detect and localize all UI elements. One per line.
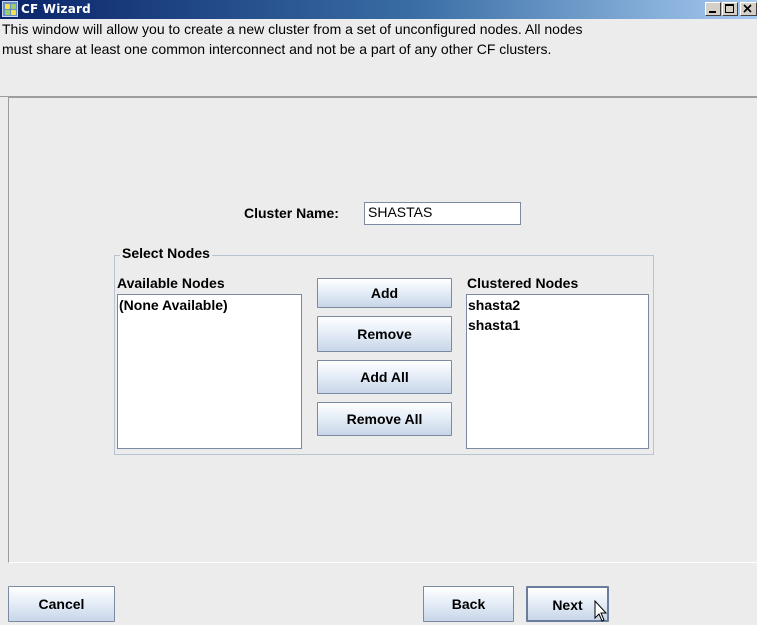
available-nodes-title: Available Nodes (117, 275, 225, 291)
app-icon (2, 1, 18, 17)
list-item[interactable]: shasta2 (467, 295, 648, 315)
remove-button[interactable]: Remove (317, 316, 452, 352)
intro-line-2: must share at least one common interconn… (2, 41, 552, 57)
intro-text: This window will allow you to create a n… (2, 19, 754, 59)
back-button[interactable]: Back (423, 586, 514, 622)
clustered-nodes-title: Clustered Nodes (467, 275, 579, 291)
intro-line-1: This window will allow you to create a n… (2, 21, 583, 37)
window-title: CF Wizard (21, 2, 91, 16)
minimize-icon[interactable] (705, 2, 721, 16)
available-nodes-list[interactable]: (None Available) (117, 294, 302, 449)
add-all-button[interactable]: Add All (317, 360, 452, 394)
cancel-button[interactable]: Cancel (8, 586, 115, 622)
select-nodes-legend: Select Nodes (120, 245, 212, 261)
cluster-name-input[interactable]: SHASTAS (364, 202, 521, 225)
add-button[interactable]: Add (317, 278, 452, 308)
list-item[interactable]: (None Available) (118, 295, 301, 315)
clustered-nodes-list[interactable]: shasta2 shasta1 (466, 294, 649, 449)
list-item[interactable]: shasta1 (467, 315, 648, 335)
remove-all-button[interactable]: Remove All (317, 402, 452, 436)
cluster-name-label: Cluster Name: (244, 205, 339, 221)
close-icon[interactable] (740, 2, 757, 16)
mouse-cursor-icon (594, 600, 608, 622)
title-bar[interactable]: CF Wizard (0, 0, 757, 19)
maximize-icon[interactable] (722, 2, 738, 16)
